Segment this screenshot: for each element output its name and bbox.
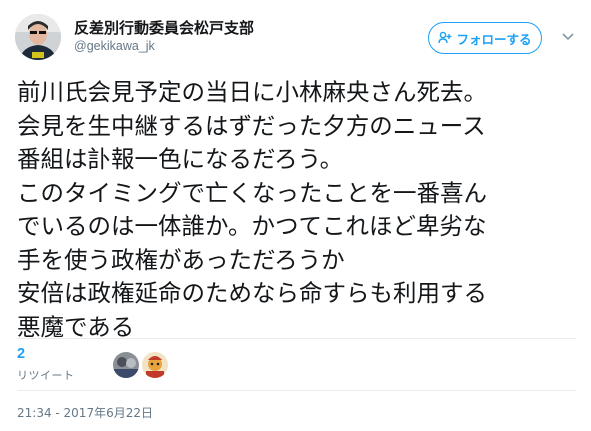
divider [17,338,576,339]
tweet-line: 安倍は政権延命のためなら命すらも利用する [17,279,487,307]
user-handle[interactable]: @gekikawa_jk [74,39,155,53]
retweeter-avatar[interactable] [113,352,139,378]
display-name[interactable]: 反差別行動委員会松戸支部 [74,17,254,38]
tweet-line: 番組は訃報一色になるだろう。 [17,145,344,173]
timestamp[interactable]: 21:34 - 2017年6月22日 [17,404,153,421]
tweet-line: 会見を生中継するはずだった夕方のニュース [17,111,486,140]
retweet-count[interactable]: 2 [17,346,25,362]
tweet-text: 前川氏会見予定の当日に小林麻央さん死去。 会見を生中継するはずだった夕方のニュー… [17,76,583,344]
tweet-line: 前川氏会見予定の当日に小林麻央さん死去。 [17,78,487,106]
follow-button-label: フォローする [456,31,532,47]
tweet-line: このタイミングで亡くなったことを一番喜ん [17,178,487,207]
retweeter-avatar[interactable] [142,352,168,378]
tweet-line: 手を使う政権があっただろうか [17,245,345,274]
retweet-label[interactable]: リツイート [17,367,75,383]
avatar[interactable] [15,14,61,60]
tweet-line: でいるのは一体誰か。かつてこれほど卑劣な [17,212,487,240]
divider [17,390,576,391]
add-user-icon [438,31,452,45]
tweet-card: 反差別行動委員会松戸支部 @gekikawa_jk フォローする 前川氏会見予定… [0,0,591,431]
chevron-down-icon[interactable] [561,28,575,42]
follow-button[interactable]: フォローする [428,22,542,54]
